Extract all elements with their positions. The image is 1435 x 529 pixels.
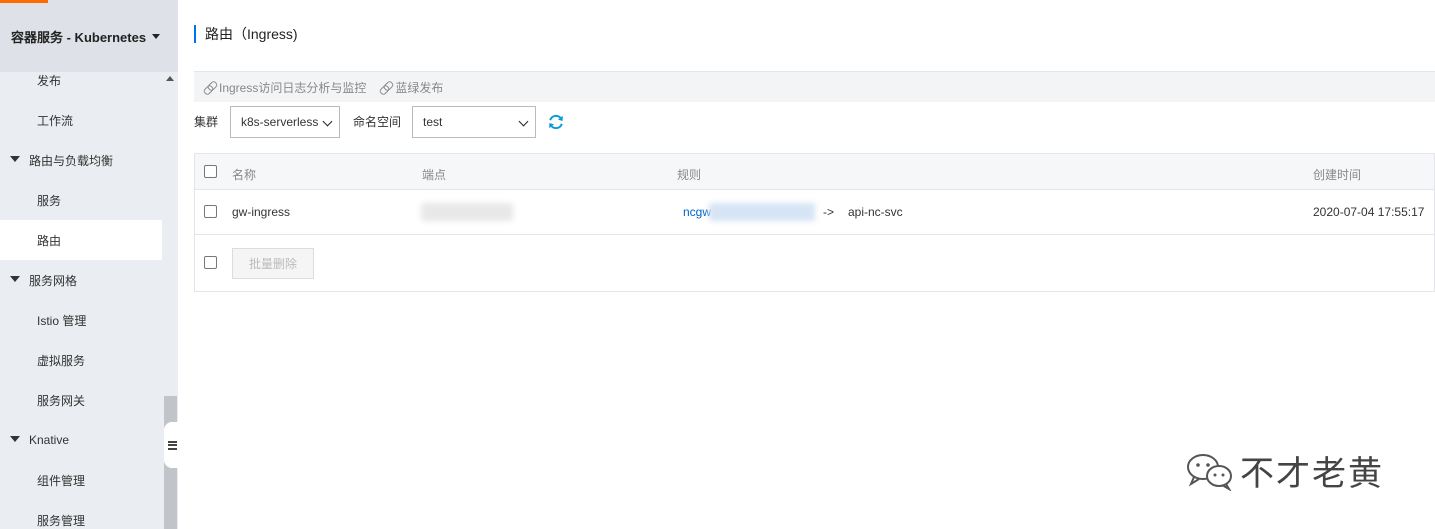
namespace-label: 命名空间 bbox=[353, 115, 402, 129]
sidebar-item-label: 虚拟服务 bbox=[37, 353, 86, 368]
rule-host-link[interactable]: ncgw bbox=[683, 205, 711, 219]
refresh-icon[interactable] bbox=[547, 113, 565, 131]
sidebar-item-service-mgmt[interactable]: 服务管理 bbox=[0, 500, 162, 529]
blue-green-link-label: 蓝绿发布 bbox=[395, 80, 444, 95]
ingress-log-link[interactable]: Ingress访问日志分析与监控 bbox=[204, 79, 366, 96]
ingress-log-link-label: Ingress访问日志分析与监控 bbox=[219, 80, 367, 95]
sidebar: 容器服务 - Kubernetes 发布 工作流 路由与负载均衡 服务 路由 服… bbox=[0, 0, 180, 529]
cluster-select-value: k8s-serverless bbox=[241, 115, 319, 129]
page-title: 路由（Ingress) bbox=[194, 25, 298, 43]
brand-accent-bar bbox=[0, 0, 48, 3]
row-checkbox[interactable] bbox=[204, 205, 217, 218]
row-created-time: 2020-07-04 17:55:17 bbox=[1313, 205, 1425, 219]
sidebar-item-gateway[interactable]: 服务网关 bbox=[0, 380, 162, 420]
chevron-down-icon bbox=[518, 116, 529, 127]
column-header-name: 名称 bbox=[232, 168, 257, 182]
sidebar-item-services[interactable]: 服务 bbox=[0, 180, 162, 220]
table-row: gw-ingress ncgw -> api-nc-svc 2020-07-04… bbox=[195, 190, 1434, 235]
sidebar-item-label: 服务网格 bbox=[29, 273, 78, 288]
namespace-select-value: test bbox=[423, 115, 443, 129]
sidebar-item-label: Istio 管理 bbox=[37, 313, 87, 328]
triangle-down-icon bbox=[10, 436, 20, 442]
select-all-checkbox[interactable] bbox=[204, 165, 217, 178]
sidebar-item-label: 组件管理 bbox=[37, 473, 86, 488]
sidebar-item-label: 路由与负载均衡 bbox=[29, 153, 114, 168]
sidebar-item-release[interactable]: 发布 bbox=[0, 72, 162, 100]
sidebar-item-virtual-service[interactable]: 虚拟服务 bbox=[0, 340, 162, 380]
table-header: 名称 端点 规则 创建时间 bbox=[195, 154, 1434, 190]
namespace-select[interactable]: test bbox=[412, 106, 536, 138]
sidebar-item-istio[interactable]: Istio 管理 bbox=[0, 300, 162, 340]
row-name: gw-ingress bbox=[232, 205, 291, 219]
column-header-created: 创建时间 bbox=[1313, 168, 1362, 182]
footer-select-checkbox[interactable] bbox=[204, 256, 217, 269]
toolbar: Ingress访问日志分析与监控 蓝绿发布 bbox=[194, 71, 1435, 102]
product-switcher[interactable]: 容器服务 - Kubernetes bbox=[0, 0, 178, 72]
link-icon bbox=[380, 82, 391, 93]
menu-icon bbox=[167, 440, 177, 450]
cluster-label: 集群 bbox=[194, 115, 219, 129]
sidebar-item-label: 工作流 bbox=[37, 113, 74, 128]
watermark: 不才老黄 bbox=[1186, 446, 1384, 495]
triangle-down-icon bbox=[10, 156, 20, 162]
sidebar-item-label: 服务管理 bbox=[37, 513, 86, 528]
batch-delete-button[interactable]: 批量删除 bbox=[232, 248, 314, 279]
sidebar-item-workflow[interactable]: 工作流 bbox=[0, 100, 162, 140]
chevron-down-icon bbox=[322, 116, 333, 127]
rule-host-redacted bbox=[709, 203, 815, 221]
sidebar-group-routing-lb[interactable]: 路由与负载均衡 bbox=[0, 140, 162, 180]
column-header-endpoint: 端点 bbox=[422, 168, 447, 182]
sidebar-item-label: 发布 bbox=[37, 73, 62, 88]
sidebar-item-label: 路由 bbox=[37, 233, 62, 248]
sidebar-item-ingress[interactable]: 路由 bbox=[0, 220, 162, 260]
ingress-table: 名称 端点 规则 创建时间 gw-ingress ncgw -> api-nc-… bbox=[194, 153, 1435, 292]
sidebar-item-components[interactable]: 组件管理 bbox=[0, 460, 162, 500]
sidebar-group-service-mesh[interactable]: 服务网格 bbox=[0, 260, 162, 300]
cluster-select[interactable]: k8s-serverless bbox=[230, 106, 340, 138]
link-icon bbox=[204, 82, 215, 93]
caret-down-icon bbox=[152, 33, 161, 39]
watermark-text: 不才老黄 bbox=[1240, 454, 1384, 494]
product-title: 容器服务 - Kubernetes bbox=[11, 29, 147, 45]
sidebar-item-label: 服务 bbox=[37, 193, 62, 208]
sidebar-item-label: Knative bbox=[29, 433, 70, 447]
rule-service: api-nc-svc bbox=[848, 205, 903, 219]
wechat-icon bbox=[1187, 453, 1232, 491]
sidebar-item-label: 服务网关 bbox=[37, 393, 86, 408]
scroll-up-icon[interactable] bbox=[166, 76, 174, 81]
blue-green-link[interactable]: 蓝绿发布 bbox=[380, 79, 443, 96]
endpoint-redacted bbox=[421, 203, 513, 221]
triangle-down-icon bbox=[10, 276, 20, 282]
rule-arrow: -> bbox=[823, 205, 835, 219]
column-header-rules: 规则 bbox=[677, 168, 702, 182]
sidebar-group-knative[interactable]: Knative bbox=[0, 420, 162, 460]
sidebar-nav: 发布 工作流 路由与负载均衡 服务 路由 服务网格 Istio 管理 虚拟服务 … bbox=[0, 72, 162, 529]
